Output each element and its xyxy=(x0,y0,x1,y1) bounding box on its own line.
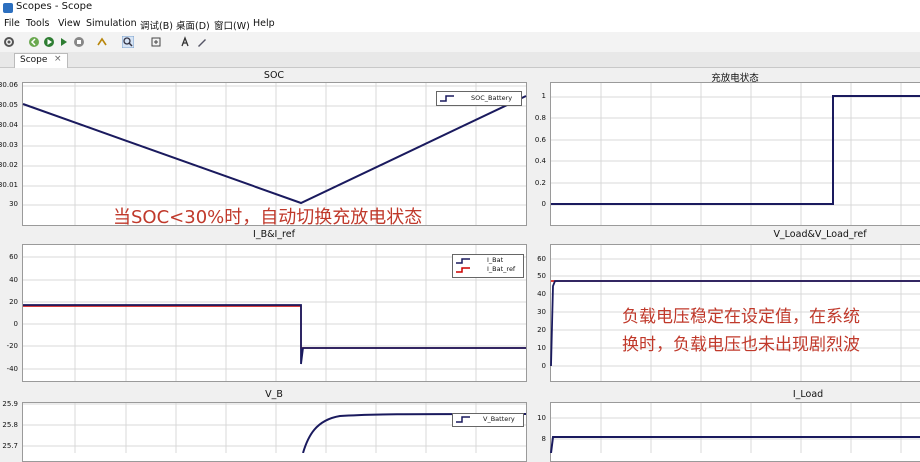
plot-title-iload: I_Load xyxy=(792,389,824,400)
legend-soc: SOC_Battery xyxy=(436,91,522,106)
plot-title-vb: V_B xyxy=(265,389,283,400)
ytick: -40 xyxy=(6,365,18,373)
legend-label: V_Battery xyxy=(483,415,515,423)
legend-line-icon xyxy=(456,267,470,273)
plot-title-vload: V_Load&V_Load_ref xyxy=(773,229,867,240)
menu-window[interactable]: 窗口(W) xyxy=(214,18,250,32)
window-title: Scopes - Scope xyxy=(16,1,93,12)
back-icon[interactable] xyxy=(28,36,40,48)
menu-view[interactable]: View xyxy=(58,18,81,29)
edit-icon[interactable] xyxy=(196,36,208,48)
menu-debug[interactable]: 调试(B) xyxy=(140,18,173,32)
toolbar xyxy=(0,32,920,53)
ytick: 30.03 xyxy=(0,141,18,149)
ytick: 30.01 xyxy=(0,181,18,189)
stop-icon[interactable] xyxy=(73,36,85,48)
step-icon[interactable] xyxy=(58,36,70,48)
ytick: 0 xyxy=(541,362,546,370)
matlab-app-icon xyxy=(3,3,13,13)
title-bar: Scopes - Scope xyxy=(0,0,920,16)
menu-help[interactable]: Help xyxy=(253,18,275,29)
close-icon[interactable]: × xyxy=(54,54,62,64)
ytick: 10 xyxy=(537,344,546,352)
legend-label: SOC_Battery xyxy=(471,94,513,102)
legend-line-icon xyxy=(456,416,470,423)
legend-vb: V_Battery xyxy=(452,413,524,427)
annotation-soc: 当SOC<30%时，自动切换充放电状态 xyxy=(113,207,423,228)
ytick: 25.8 xyxy=(2,421,18,429)
tab-strip: Scope × xyxy=(0,52,920,68)
axes-iload[interactable] xyxy=(550,402,920,462)
ytick: 60 xyxy=(9,253,18,261)
ytick: 0 xyxy=(541,200,546,208)
menu-simulation[interactable]: Simulation xyxy=(86,18,137,29)
axes-vb[interactable] xyxy=(22,402,527,462)
legend-ib: I_Bat I_Bat_ref xyxy=(452,254,524,278)
axes-state[interactable] xyxy=(550,82,920,226)
ytick: 30.04 xyxy=(0,121,18,129)
ytick: 0.6 xyxy=(534,136,546,144)
ytick: 8 xyxy=(541,435,546,443)
plot-title-soc: SOC xyxy=(263,70,285,81)
legend-label: I_Bat_ref xyxy=(487,265,516,273)
annotation-vload-line1: 负载电压稳定在设定值，在系统 xyxy=(622,307,860,327)
menu-tools[interactable]: Tools xyxy=(26,18,49,29)
ytick: 40 xyxy=(9,276,18,284)
zoom-icon[interactable] xyxy=(122,36,134,48)
ytick: 30 xyxy=(9,200,18,208)
menu-desktop[interactable]: 桌面(D) xyxy=(176,18,210,32)
plot-title-ib: I_B&I_ref xyxy=(253,229,295,240)
ytick: 0 xyxy=(13,320,18,328)
ytick: 25.9 xyxy=(2,400,18,408)
ytick: 30.05 xyxy=(0,101,18,109)
ytick: 30 xyxy=(537,308,546,316)
cursor-icon[interactable] xyxy=(179,36,191,48)
highlight-icon[interactable] xyxy=(96,36,108,48)
menu-file[interactable]: File xyxy=(4,18,20,29)
menu-bar: File Tools View Simulation 调试(B) 桌面(D) 窗… xyxy=(0,16,920,32)
tab-label: Scope xyxy=(20,55,48,65)
legend-label: I_Bat xyxy=(487,256,504,264)
ytick: 40 xyxy=(537,290,546,298)
annotation-vload-line2: 换时，负载电压也未出现剧烈波 xyxy=(622,335,860,355)
ytick: -20 xyxy=(6,342,18,350)
ytick: 20 xyxy=(9,298,18,306)
tab-scope[interactable]: Scope × xyxy=(14,53,68,68)
legend-line-icon xyxy=(440,95,454,102)
fit-icon[interactable] xyxy=(150,36,162,48)
legend-line-icon xyxy=(456,258,470,264)
ytick: 20 xyxy=(537,326,546,334)
ytick: 0.8 xyxy=(534,114,546,122)
ytick: 25.7 xyxy=(2,442,18,450)
ytick: 0.4 xyxy=(534,157,546,165)
run-icon[interactable] xyxy=(43,36,55,48)
ytick: 1 xyxy=(541,92,546,100)
gear-icon[interactable] xyxy=(3,36,15,48)
ytick: 0.2 xyxy=(534,179,546,187)
ytick: 30.02 xyxy=(0,161,18,169)
ytick: 30.06 xyxy=(0,81,18,89)
